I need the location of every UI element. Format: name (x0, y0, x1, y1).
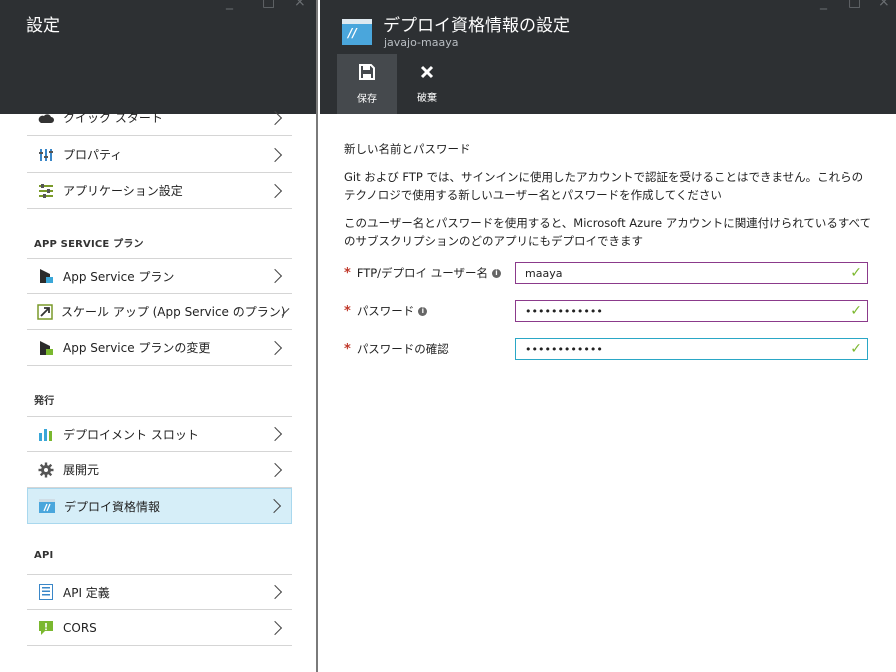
cloud-icon (37, 109, 55, 127)
settings-blade-title: 設定 (26, 16, 60, 36)
nav-item-label: App Service プランの変更 (63, 341, 211, 355)
deploy-credentials-icon: // (342, 19, 372, 45)
credentials-form: 新しい名前とパスワード Git および FTP では、サインインに使用したアカウ… (344, 140, 874, 260)
minimize-icon[interactable]: _ (820, 0, 827, 10)
nav-item-deployment-slots[interactable]: デプロイメント スロット (27, 416, 292, 452)
password-label-text: パスワード (356, 304, 415, 318)
checkmark-icon: ✓ (850, 341, 862, 357)
nav-item-label: デプロイ資格情報 (64, 499, 161, 514)
save-button[interactable]: 保存 (337, 54, 397, 114)
nav-item-scale-up[interactable]: スケール アップ (App Service のプラン) (27, 294, 292, 330)
azure-description: このユーザー名とパスワードを使用すると、Microsoft Azure アカウン… (344, 216, 872, 248)
maximize-icon[interactable]: □ (262, 0, 275, 10)
chevron-right-icon (266, 498, 282, 514)
info-icon[interactable]: i (491, 268, 501, 278)
nav-item-app-settings[interactable]: アプリケーション設定 (27, 173, 292, 209)
nav-item-label: CORS (63, 620, 97, 635)
settings-blade-header: 設定 _ □ × (0, 0, 316, 114)
password-input[interactable]: •••••••••••• ✓ (515, 300, 868, 322)
required-indicator: * (344, 341, 351, 357)
close-icon[interactable]: × (878, 0, 890, 10)
deploy-credentials-blade: // デプロイ資格情報の設定 javajo-maaya _ □ × 保存 破棄 … (320, 0, 896, 672)
chevron-right-icon (267, 426, 283, 442)
username-value: maaya (525, 266, 563, 280)
chevron-right-icon (267, 584, 283, 600)
deploy-credentials-icon (38, 497, 56, 515)
required-indicator: * (344, 265, 351, 281)
settings-blade: 設定 _ □ × クイック スタート プロパティ アプリケーション設定 APP … (0, 0, 318, 672)
nav-item-deploy-credentials[interactable]: デプロイ資格情報 (27, 488, 292, 524)
change-plan-icon (37, 339, 55, 357)
group-title-app-service-plan: APP SERVICE プラン (34, 239, 144, 250)
chevron-right-icon (267, 147, 283, 162)
nav-item-properties[interactable]: プロパティ (27, 137, 292, 173)
group-title-publish: 発行 (34, 396, 55, 407)
nav-item-label: アプリケーション設定 (63, 184, 183, 198)
section-title: 新しい名前とパスワード (344, 142, 471, 156)
close-icon[interactable]: × (294, 0, 306, 10)
confirm-password-value: •••••••••••• (525, 342, 603, 356)
nav-item-cors[interactable]: CORS (27, 610, 292, 646)
cors-icon (37, 619, 55, 637)
password-label: * パスワード i (344, 303, 509, 319)
save-icon (359, 63, 375, 84)
nav-item-label: スケール アップ (App Service のプラン) (61, 305, 286, 319)
info-icon[interactable]: i (418, 306, 428, 316)
nav-item-change-plan[interactable]: App Service プランの変更 (27, 330, 292, 366)
chevron-right-icon (267, 183, 283, 198)
nav-item-label: デプロイメント スロット (63, 427, 199, 442)
required-indicator: * (344, 303, 351, 319)
confirm-password-label: * パスワードの確認 (344, 341, 509, 357)
username-input[interactable]: maaya ✓ (515, 262, 868, 284)
app-settings-icon (37, 182, 55, 200)
maximize-icon[interactable]: □ (848, 0, 861, 10)
password-row: * パスワード i •••••••••••• ✓ (344, 300, 874, 322)
confirm-password-label-text: パスワードの確認 (356, 342, 449, 356)
discard-label: 破棄 (417, 92, 437, 104)
group-title-api: API (34, 550, 54, 561)
username-label-text: FTP/デプロイ ユーザー名 (356, 266, 488, 280)
username-row: * FTP/デプロイ ユーザー名 i maaya ✓ (344, 262, 874, 284)
nav-item-api-definition[interactable]: API 定義 (27, 574, 292, 610)
app-service-plan-icon (37, 267, 55, 285)
gear-icon (37, 461, 55, 479)
chevron-right-icon (267, 620, 283, 635)
minimize-icon[interactable]: _ (226, 0, 233, 10)
checkmark-icon: ✓ (850, 265, 862, 281)
username-label: * FTP/デプロイ ユーザー名 i (344, 265, 509, 281)
save-label: 保存 (357, 93, 377, 105)
nav-item-label: 展開元 (63, 463, 100, 477)
blade-title: デプロイ資格情報の設定 (383, 16, 570, 36)
nav-item-quickstart[interactable]: クイック スタート (27, 100, 292, 136)
password-value: •••••••••••• (525, 304, 603, 318)
discard-icon (420, 65, 434, 83)
deploy-credentials-header: // デプロイ資格情報の設定 javajo-maaya _ □ × 保存 破棄 (320, 0, 896, 114)
blade-subtitle: javajo-maaya (384, 36, 459, 49)
chevron-right-icon (267, 268, 283, 284)
nav-item-label: API 定義 (63, 585, 110, 600)
nav-item-label: App Service プラン (63, 269, 175, 284)
checkmark-icon: ✓ (850, 303, 862, 319)
properties-icon (37, 146, 55, 164)
confirm-password-row: * パスワードの確認 •••••••••••• ✓ (344, 338, 874, 360)
discard-button[interactable]: 破棄 (397, 54, 457, 114)
git-ftp-description: Git および FTP では、サインインに使用したアカウントで認証を受けることは… (344, 170, 864, 202)
nav-item-deployment-source[interactable]: 展開元 (27, 452, 292, 488)
nav-item-app-service-plan[interactable]: App Service プラン (27, 258, 292, 294)
confirm-password-input[interactable]: •••••••••••• ✓ (515, 338, 868, 360)
nav-item-label: クイック スタート (63, 111, 163, 125)
nav-item-label: プロパティ (63, 148, 123, 162)
deployment-slots-icon (37, 425, 55, 443)
chevron-right-icon (267, 462, 283, 477)
chevron-right-icon (267, 340, 283, 355)
scale-up-icon (37, 303, 53, 321)
chevron-right-icon (267, 110, 283, 125)
api-definition-icon (37, 583, 55, 601)
